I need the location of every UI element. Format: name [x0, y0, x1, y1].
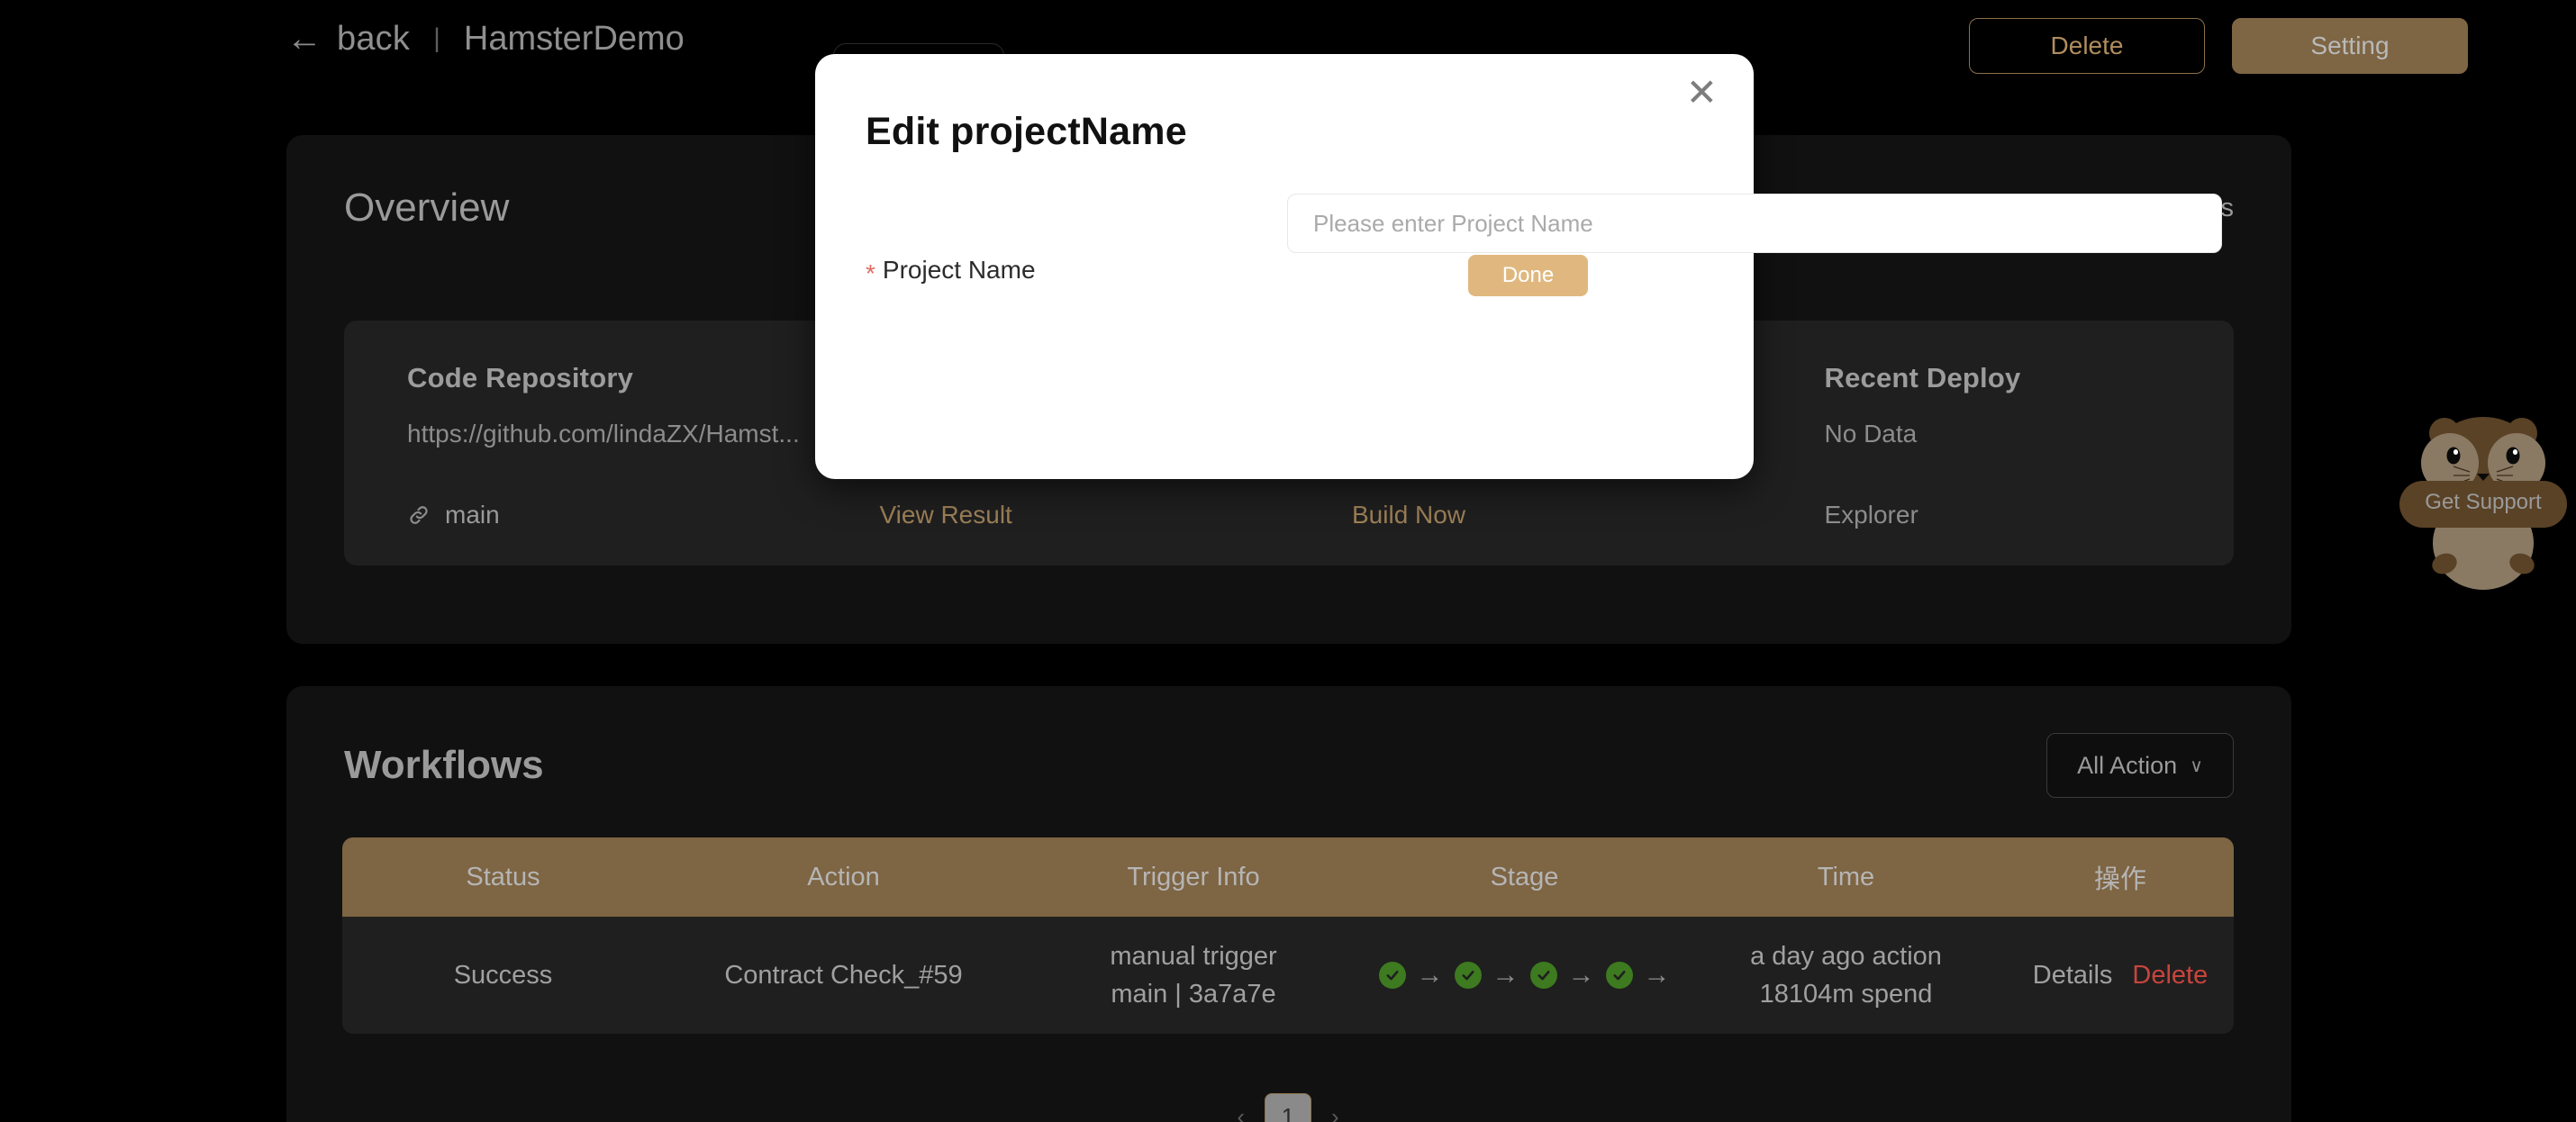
project-name-input[interactable]: [1287, 194, 2222, 253]
required-marker: *: [866, 259, 875, 287]
done-button[interactable]: Done: [1468, 255, 1588, 296]
modal-title: Edit projectName: [866, 110, 1187, 153]
project-name-input-wrap: [1287, 194, 2222, 253]
close-icon[interactable]: ✕: [1686, 74, 1718, 112]
project-name-label-text: Project Name: [882, 256, 1036, 284]
edit-project-name-modal: ✕ Edit projectName * Project Name Done: [815, 54, 2222, 479]
app-root: ← back | HamsterDemo Delete Setting Over…: [0, 0, 2576, 1122]
project-name-label: * Project Name: [866, 256, 1036, 287]
